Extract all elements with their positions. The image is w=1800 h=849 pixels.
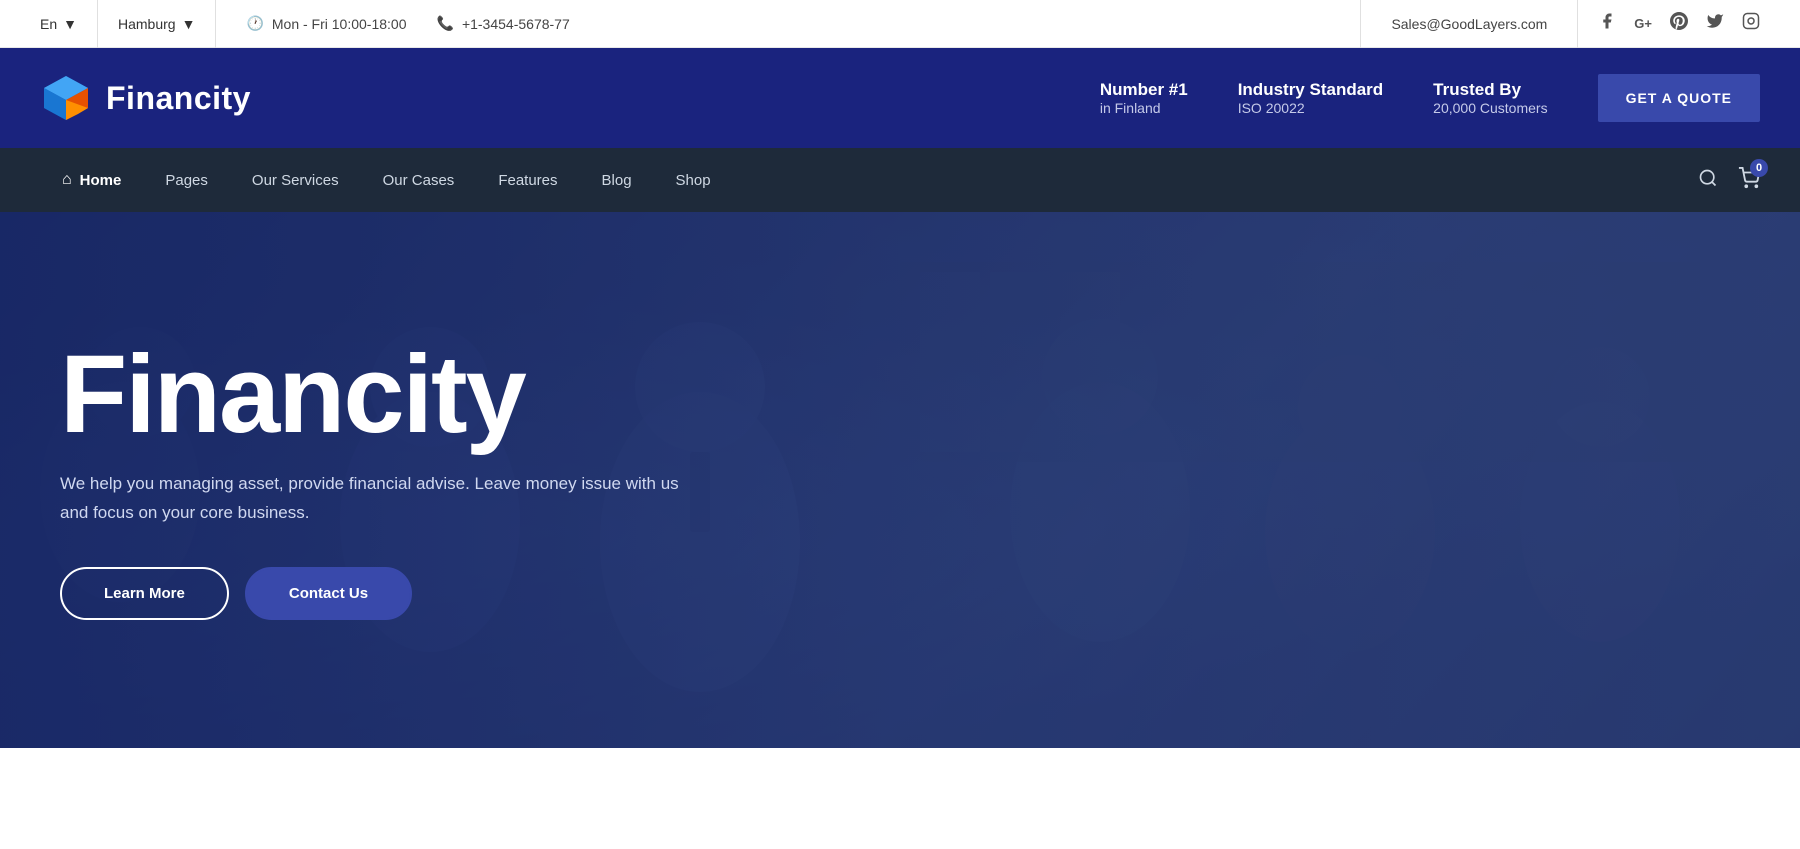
nav-shop-label: Shop: [676, 172, 711, 189]
language-label: En: [40, 16, 57, 32]
nav-features-label: Features: [498, 172, 557, 189]
language-chevron: ▼: [63, 16, 77, 32]
nav-services-label: Our Services: [252, 172, 339, 189]
stat3-title: Trusted By: [1433, 80, 1547, 100]
pinterest-link[interactable]: [1670, 12, 1688, 35]
googleplus-link[interactable]: G+: [1634, 16, 1652, 31]
phone-icon: 📞: [437, 15, 454, 32]
location-selector[interactable]: Hamburg ▼: [98, 0, 216, 48]
nav-item-home[interactable]: ⌂ Home: [40, 148, 143, 212]
hours-text: Mon - Fri 10:00-18:00: [272, 16, 407, 32]
logo-text: Financity: [106, 80, 251, 117]
stat1-title: Number #1: [1100, 80, 1188, 100]
language-selector[interactable]: En ▼: [20, 0, 98, 48]
phone-info[interactable]: 📞 +1-3454-5678-77: [437, 15, 570, 32]
nav-cases-label: Our Cases: [383, 172, 455, 189]
nav-item-our-services[interactable]: Our Services: [230, 148, 361, 212]
email-text: Sales@GoodLayers.com: [1391, 16, 1547, 32]
hours-info: 🕐 Mon - Fri 10:00-18:00: [246, 15, 406, 32]
nav-right: 0: [1698, 167, 1760, 194]
social-links: G+: [1578, 12, 1780, 35]
instagram-link[interactable]: [1742, 12, 1760, 35]
nav-item-pages[interactable]: Pages: [143, 148, 230, 212]
nav-item-shop[interactable]: Shop: [654, 148, 733, 212]
hero-buttons: Learn More Contact Us: [60, 567, 700, 620]
hero-section: Financity We help you managing asset, pr…: [0, 212, 1800, 748]
location-label: Hamburg: [118, 16, 176, 32]
clock-icon: 🕐: [246, 15, 263, 32]
cart-icon[interactable]: 0: [1738, 167, 1760, 194]
main-navigation: ⌂ Home Pages Our Services Our Cases Feat…: [0, 148, 1800, 212]
nav-home-label: Home: [80, 172, 122, 189]
learn-more-button[interactable]: Learn More: [60, 567, 229, 620]
cart-count: 0: [1750, 159, 1768, 177]
logo-icon: [40, 72, 92, 124]
top-bar: En ▼ Hamburg ▼ 🕐 Mon - Fri 10:00-18:00 📞…: [0, 0, 1800, 48]
nav-item-features[interactable]: Features: [476, 148, 579, 212]
contact-us-button[interactable]: Contact Us: [245, 567, 412, 620]
email-info[interactable]: Sales@GoodLayers.com: [1360, 0, 1578, 48]
nav-pages-label: Pages: [165, 172, 208, 189]
header-stats: Number #1 in Finland Industry Standard I…: [1100, 74, 1760, 122]
phone-text: +1-3454-5678-77: [462, 16, 570, 32]
hero-subtitle: We help you managing asset, provide fina…: [60, 470, 700, 528]
hero-content: Financity We help you managing asset, pr…: [0, 340, 760, 621]
stat-number-one: Number #1 in Finland: [1100, 80, 1188, 116]
nav-blog-label: Blog: [602, 172, 632, 189]
top-bar-info: 🕐 Mon - Fri 10:00-18:00 📞 +1-3454-5678-7…: [216, 15, 1360, 32]
stat3-subtitle: 20,000 Customers: [1433, 100, 1547, 116]
site-header: Financity Number #1 in Finland Industry …: [0, 48, 1800, 148]
hero-title: Financity: [60, 340, 700, 450]
stat-industry-standard: Industry Standard ISO 20022: [1238, 80, 1383, 116]
logo[interactable]: Financity: [40, 72, 251, 124]
nav-items: ⌂ Home Pages Our Services Our Cases Feat…: [40, 148, 1698, 212]
twitter-link[interactable]: [1706, 12, 1724, 35]
nav-item-our-cases[interactable]: Our Cases: [361, 148, 477, 212]
get-quote-button[interactable]: GET A QUOTE: [1598, 74, 1760, 122]
stat-trusted-by: Trusted By 20,000 Customers: [1433, 80, 1547, 116]
stat1-subtitle: in Finland: [1100, 100, 1188, 116]
search-icon[interactable]: [1698, 168, 1718, 193]
location-chevron: ▼: [182, 16, 196, 32]
stat2-subtitle: ISO 20022: [1238, 100, 1383, 116]
nav-item-blog[interactable]: Blog: [580, 148, 654, 212]
home-icon: ⌂: [62, 171, 72, 189]
stat2-title: Industry Standard: [1238, 80, 1383, 100]
facebook-link[interactable]: [1598, 12, 1616, 35]
